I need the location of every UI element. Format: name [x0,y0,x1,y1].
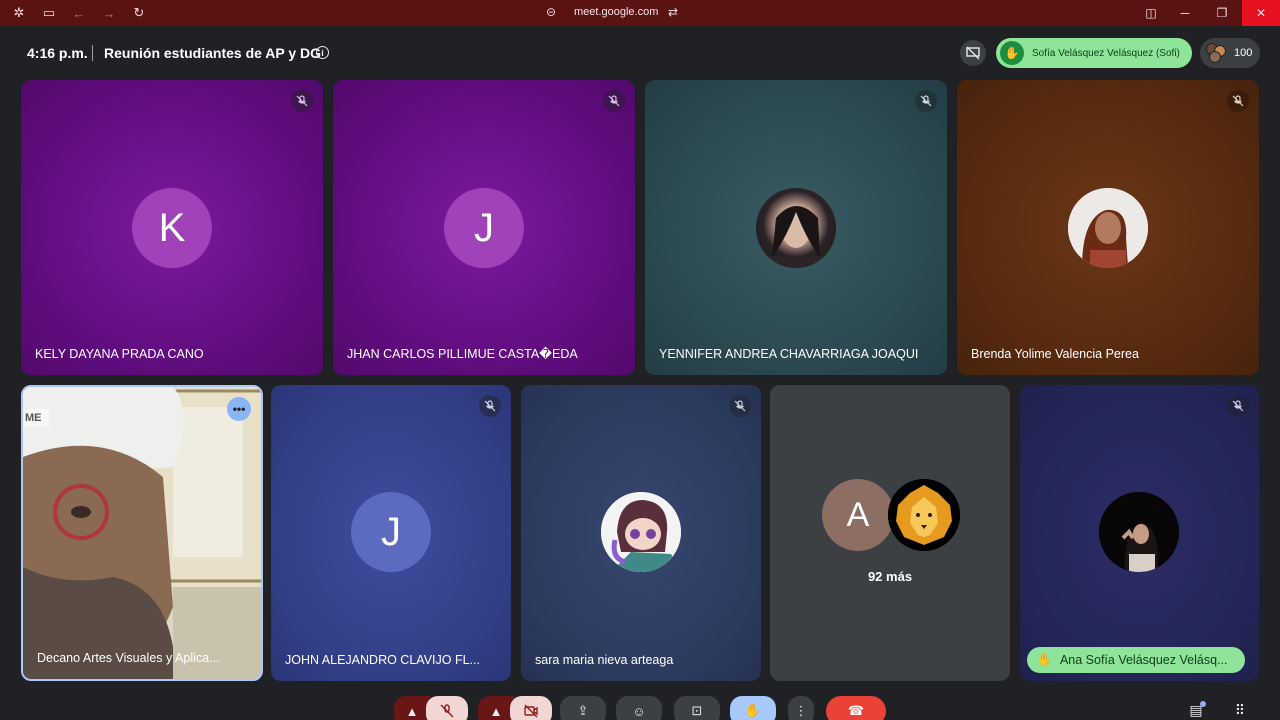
participant-photo-avatar [756,188,836,268]
participant-avatar: J [351,492,431,572]
overflow-count-label: 92 más [867,569,913,584]
participant-name: YENNIFER ANDREA CHAVARRIAGA JOAQUI [659,347,919,361]
emoji-reactions-button[interactable]: ☺ [616,696,662,720]
participant-tile-john[interactable]: J JOHN ALEJANDRO CLAVIJO FL... [271,385,511,681]
participant-photo-avatar [1099,492,1179,572]
participant-name: JHAN CARLOS PILLIMUE CASTA�EDA [347,347,578,361]
raised-hand-icon: ✋ [1037,653,1052,667]
sidebar-toggle-icon[interactable]: ▭ [40,4,58,22]
participant-avatar: K [132,188,212,268]
video-feed [23,387,261,679]
mic-off-icon [603,90,625,112]
mic-off-icon [1227,395,1249,417]
present-screen-button[interactable]: ⇪ [560,696,606,720]
mic-off-icon [1227,90,1249,112]
participant-name: KELY DAYANA PRADA CANO [35,347,204,361]
browser-titlebar: ✲ ▭ ← → ↻ ⊝ meet.google.com ⇄ ◫ ─ ❐ ✕ [0,0,1280,26]
participant-name: Brenda Yolime Valencia Perea [971,347,1139,361]
raised-hand-notification[interactable]: ✋ Sofía Velásquez Velásquez (Sofi) [996,38,1192,68]
close-window-button[interactable]: ✕ [1242,0,1280,26]
minimize-button[interactable]: ─ [1167,0,1203,26]
site-settings-icon[interactable]: ⇄ [668,5,678,19]
clock-time: 4:16 p.m. [27,45,88,61]
participant-avatar: J [444,188,524,268]
end-call-button[interactable]: ☎ [826,696,886,720]
participant-name: JOHN ALEJANDRO CLAVIJO FL... [285,653,480,667]
meeting-title: Reunión estudiantes de AP y DG [104,45,322,61]
overflow-participants-tile[interactable]: A 92 más [770,385,1010,681]
avatar-initial: A [846,495,870,534]
participant-avatars [1206,43,1226,63]
presentation-off-icon[interactable] [960,40,986,66]
raise-hand-button[interactable]: ✋ [730,696,776,720]
participant-name: sara maria nieva arteaga [535,653,674,667]
participant-tile-ana-sofia[interactable]: ✋ Ana Sofía Velásquez Velásq... [1020,385,1259,681]
lion-avatar [888,479,960,551]
cap-logo: ME [25,412,42,424]
mic-off-icon [915,90,937,112]
mic-off-icon [479,395,501,417]
more-options-icon[interactable]: ⋮ [788,696,814,720]
participant-photo-avatar [1068,188,1148,268]
participant-tile-decano-video[interactable]: ME ••• Decano Artes Visuales y Aplica... [21,385,263,681]
participant-tile-brenda[interactable]: Brenda Yolime Valencia Perea [957,80,1259,375]
avatar-initial: J [474,205,494,250]
restore-button[interactable]: ❐ [1204,0,1240,26]
captions-button[interactable]: ⊡ [674,696,720,720]
mic-off-icon [729,395,751,417]
camera-toggle-button[interactable] [510,696,552,720]
participant-name: Ana Sofía Velásquez Velásq... [1059,653,1228,667]
raised-hand-name-pill: ✋ Ana Sofía Velásquez Velásq... [1027,647,1245,673]
participant-tile-sara[interactable]: sara maria nieva arteaga [521,385,761,681]
participant-tile-kely[interactable]: K KELY DAYANA PRADA CANO [21,80,323,375]
avatar-initial: J [381,509,401,554]
participants-button[interactable]: 100 [1200,38,1260,68]
mic-off-icon [291,90,313,112]
reload-icon[interactable]: ↻ [130,4,148,22]
participant-tile-yennifer[interactable]: YENNIFER ANDREA CHAVARRIAGA JOAQUI [645,80,947,375]
participants-count: 100 [1234,47,1253,59]
split-view-icon[interactable]: ◫ [1133,0,1169,26]
more-options-button[interactable]: ••• [227,397,251,421]
participant-name: Decano Artes Visuales y Aplica... [37,651,220,665]
link-icon: ⊝ [546,5,557,19]
back-arrow-icon[interactable]: ← [70,4,88,22]
avatar-initial: K [158,205,186,250]
meeting-info-icon[interactable]: i [316,46,329,59]
participant-tile-jhan[interactable]: J JHAN CARLOS PILLIMUE CASTA�EDA [333,80,635,375]
mic-toggle-button[interactable] [426,696,468,720]
header-divider [92,45,93,61]
overflow-avatar: A [822,479,894,551]
notification-dot [1200,701,1206,707]
address-bar-url[interactable]: meet.google.com [574,6,658,18]
activities-icon[interactable]: ⠿ [1230,700,1250,720]
app-menu-icon[interactable]: ✲ [10,4,28,22]
meet-header: 4:16 p.m. Reunión estudiantes de AP y DG… [0,26,1280,80]
forward-arrow-icon[interactable]: → [100,4,118,22]
participant-photo-avatar [601,492,681,572]
raised-hand-text: Sofía Velásquez Velásquez (Sofi) [1032,47,1180,59]
camera-options-button[interactable]: ▲ [478,696,514,720]
raised-hand-icon: ✋ [1000,41,1024,65]
mic-options-button[interactable]: ▲ [394,696,430,720]
